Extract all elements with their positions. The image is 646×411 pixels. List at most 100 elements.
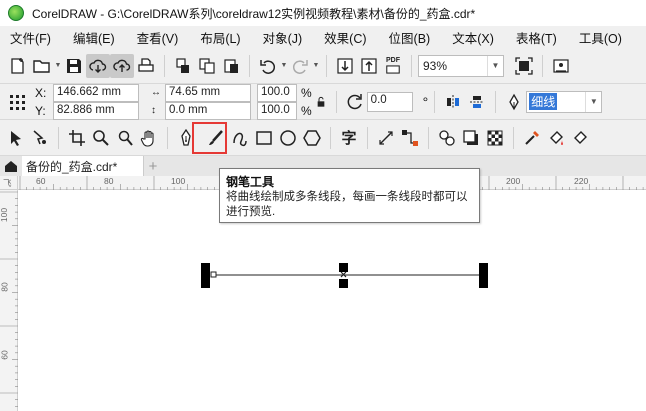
drawing-canvas[interactable] [18, 190, 646, 411]
shape-tool-icon[interactable] [28, 126, 52, 150]
menu-object[interactable]: 对象(J) [252, 28, 314, 47]
publish-pdf-icon[interactable]: PDF [381, 54, 405, 78]
toolbar-separator [326, 54, 327, 77]
toolbar-separator [495, 90, 497, 113]
rotation-field[interactable]: 0.0 [366, 91, 413, 112]
toolbox: 字 [0, 120, 646, 156]
width-icon: ↔ [151, 87, 161, 98]
copy-icon[interactable] [195, 54, 219, 78]
smart-fill-icon[interactable] [568, 126, 592, 150]
ruler-corner[interactable]: 飞 [0, 176, 18, 190]
home-icon[interactable] [0, 156, 22, 176]
ruler-h-label: 60 [36, 176, 46, 186]
ellipse-tool-icon[interactable] [276, 126, 300, 150]
selection-handle-bottom-left[interactable] [201, 279, 210, 288]
ruler-h-label: 200 [506, 176, 521, 186]
ruler-v-label: 80 [0, 282, 10, 292]
menu-view[interactable]: 查看(V) [126, 28, 190, 47]
toolbar-separator [330, 126, 331, 149]
ruler-v-label: 100 [0, 207, 10, 223]
rectangle-tool-icon[interactable] [252, 126, 276, 150]
line-start-node[interactable] [210, 271, 217, 278]
interactive-fill-icon[interactable] [544, 126, 568, 150]
menu-bitmaps[interactable]: 位图(B) [378, 28, 442, 47]
menu-edit[interactable]: 编辑(E) [62, 28, 126, 47]
scale-height-field[interactable]: 100.0 [257, 101, 297, 120]
y-position-field[interactable]: 82.886 mm [53, 101, 139, 120]
pan-hand-icon[interactable] [137, 126, 161, 150]
cloud-download-icon[interactable] [86, 53, 110, 78]
menu-tools[interactable]: 工具(O) [568, 28, 633, 47]
x-position-label: X: [35, 85, 47, 100]
menu-text[interactable]: 文本(X) [441, 28, 505, 47]
mirror-horizontal-icon[interactable] [441, 90, 465, 114]
print-icon[interactable] [134, 54, 158, 78]
freehand-curve-icon[interactable] [228, 126, 252, 150]
export-icon[interactable] [357, 54, 381, 78]
import-icon[interactable] [333, 54, 357, 78]
eyedropper-icon[interactable] [520, 126, 544, 150]
open-dropdown-icon[interactable]: ▼ [54, 54, 62, 78]
undo-dropdown-icon[interactable]: ▼ [280, 54, 288, 78]
property-bar: X: 146.662 mm Y: 82.886 mm ↔ 74.65 mm ↕ … [0, 83, 646, 120]
coreldraw-logo-icon [8, 5, 24, 21]
menu-bar: 文件(F) 编辑(E) 查看(V) 布局(L) 对象(J) 效果(C) 位图(B… [0, 26, 646, 48]
cut-icon[interactable] [171, 54, 195, 78]
pick-tool-icon[interactable] [4, 126, 28, 150]
document-tab[interactable]: 备份的_药盒.cdr* [22, 156, 144, 176]
save-icon[interactable] [62, 54, 86, 78]
open-folder-icon[interactable] [30, 54, 54, 78]
redo-icon[interactable] [288, 54, 312, 78]
standard-toolbar: ▼ ▼ ▼ PDF 93% ▼ [0, 48, 646, 84]
zoom-out-tool-icon[interactable] [113, 126, 137, 150]
zoom-tool-icon[interactable] [89, 126, 113, 150]
outline-width-select[interactable]: 细线 ▼ [526, 90, 603, 113]
menu-layout[interactable]: 布局(L) [189, 28, 251, 47]
selection-handle-top-center[interactable] [339, 263, 348, 272]
tooltip-description: 将曲线绘制成多条线段，每画一条线段时都可以进行预览. [226, 191, 468, 218]
vertical-ruler[interactable]: 100 80 60 [0, 190, 18, 411]
x-position-field[interactable]: 146.662 mm [53, 83, 139, 102]
menu-table[interactable]: 表格(T) [505, 28, 568, 47]
paste-icon[interactable] [219, 54, 243, 78]
y-position-label: Y: [35, 103, 46, 118]
blend-tool-icon[interactable] [435, 126, 459, 150]
cloud-upload-icon[interactable] [110, 53, 134, 78]
zoom-level-select[interactable]: 93% ▼ [418, 54, 504, 77]
selection-handle-bottom-right[interactable] [479, 279, 488, 288]
height-field[interactable]: 0.0 mm [165, 101, 251, 120]
drop-shadow-icon[interactable] [459, 126, 483, 150]
parallel-dimension-icon[interactable] [374, 126, 398, 150]
menu-effects[interactable]: 效果(C) [313, 28, 377, 47]
connector-tool-icon[interactable] [398, 126, 422, 150]
zoom-value: 93% [423, 58, 448, 73]
redo-dropdown-icon[interactable]: ▼ [312, 54, 320, 78]
crop-tool-icon[interactable] [65, 126, 89, 150]
zoom-dropdown-icon[interactable]: ▼ [487, 55, 503, 76]
pen-tool-highlight [192, 122, 227, 154]
toolbar-separator [428, 126, 429, 149]
toolbar-separator [58, 126, 59, 149]
text-tool-icon[interactable]: 字 [337, 126, 361, 150]
options-icon[interactable] [549, 54, 573, 78]
width-field[interactable]: 74.65 mm [165, 83, 251, 102]
add-document-tab[interactable]: + [144, 156, 162, 176]
polygon-tool-icon[interactable] [300, 126, 324, 150]
lock-ratio-icon[interactable] [312, 90, 330, 114]
selection-handle-bottom-center[interactable] [339, 279, 348, 288]
outline-width-value: 细线 [529, 93, 558, 110]
scale-width-field[interactable]: 100.0 [257, 83, 297, 102]
percent-label: % [301, 103, 312, 118]
height-icon: ↕ [151, 105, 156, 116]
full-screen-icon[interactable] [512, 54, 536, 78]
transparency-icon[interactable] [483, 126, 507, 150]
object-origin-icon[interactable] [5, 90, 29, 114]
undo-icon[interactable] [256, 54, 280, 78]
new-document-icon[interactable] [6, 54, 30, 78]
toolbar-separator [513, 126, 514, 149]
toolbar-separator [367, 126, 368, 149]
mirror-vertical-icon[interactable] [465, 90, 489, 114]
menu-file[interactable]: 文件(F) [0, 28, 62, 47]
outline-width-dropdown-icon[interactable]: ▼ [585, 91, 601, 112]
window-title: CorelDRAW - G:\CorelDRAW系列\coreldraw12实例… [32, 6, 476, 21]
